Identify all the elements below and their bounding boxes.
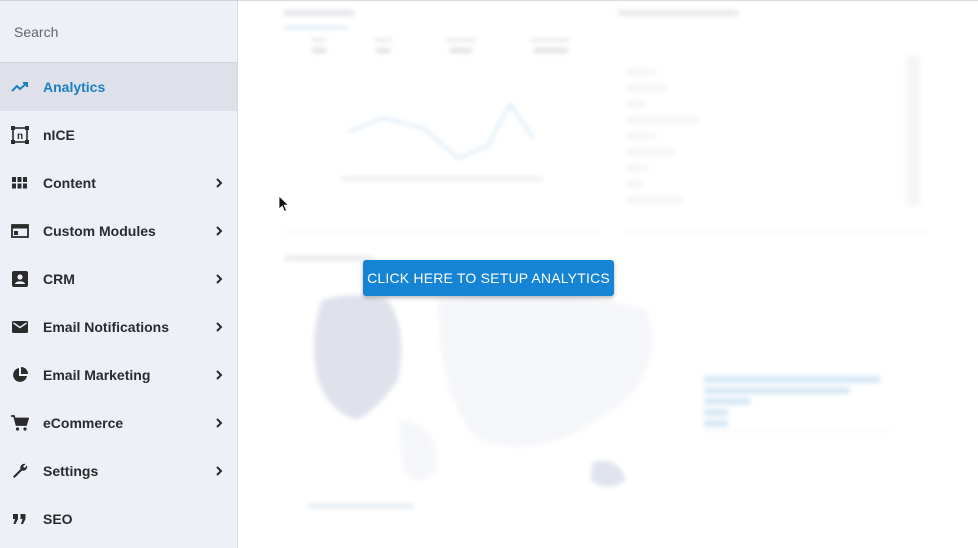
nice-frame-icon: n: [10, 125, 30, 145]
sidebar-item-label: nICE: [43, 127, 75, 143]
setup-analytics-button[interactable]: CLICK HERE TO SETUP ANALYTICS: [363, 260, 614, 296]
sidebar-item-seo[interactable]: SEO: [0, 495, 237, 543]
window-icon: [10, 221, 30, 241]
sidebar-item-settings[interactable]: Settings: [0, 447, 237, 495]
sidebar-item-custom-modules[interactable]: Custom Modules: [0, 207, 237, 255]
chevron-right-icon: [213, 465, 225, 477]
sidebar-item-label: CRM: [43, 271, 75, 287]
sidebar-item-label: Email Notifications: [43, 319, 170, 335]
sidebar-item-analytics[interactable]: Analytics: [0, 63, 237, 111]
chevron-right-icon: [213, 225, 225, 237]
contact-card-icon: [10, 269, 30, 289]
wrench-icon: [10, 461, 30, 481]
sidebar-item-email-marketing[interactable]: Email Marketing: [0, 351, 237, 399]
sidebar-item-ecommerce[interactable]: eCommerce: [0, 399, 237, 447]
sidebar-search: [0, 1, 237, 63]
grid-icon: [10, 173, 30, 193]
trending-up-icon: [10, 77, 30, 97]
chevron-right-icon: [213, 273, 225, 285]
sidebar-item-label: SEO: [43, 511, 73, 527]
sidebar-item-label: Content: [43, 175, 96, 191]
sidebar-item-label: Analytics: [43, 79, 106, 95]
mouse-cursor-icon: [278, 195, 290, 213]
sidebar-item-label: Custom Modules: [43, 223, 156, 239]
search-input[interactable]: [14, 23, 214, 40]
quote-icon: [10, 509, 30, 529]
sidebar-item-label: eCommerce: [43, 415, 124, 431]
sidebar-item-content[interactable]: Content: [0, 159, 237, 207]
sidebar-item-nice[interactable]: n nICE: [0, 111, 237, 159]
chevron-right-icon: [213, 321, 225, 333]
app-window: Analytics n nICE Content Custom Modules: [0, 0, 978, 548]
chevron-right-icon: [213, 369, 225, 381]
sidebar-item-crm[interactable]: CRM: [0, 255, 237, 303]
envelope-icon: [10, 317, 30, 337]
main-content: CLICK HERE TO SETUP ANALYTICS: [238, 0, 978, 548]
pie-chart-icon: [10, 365, 30, 385]
chevron-right-icon: [213, 417, 225, 429]
cart-icon: [10, 413, 30, 433]
sidebar-item-email-notifications[interactable]: Email Notifications: [0, 303, 237, 351]
sidebar: Analytics n nICE Content Custom Modules: [0, 0, 238, 548]
svg-text:n: n: [17, 131, 23, 142]
sidebar-item-label: Email Marketing: [43, 367, 151, 383]
chevron-right-icon: [213, 177, 225, 189]
sidebar-item-label: Settings: [43, 463, 99, 479]
